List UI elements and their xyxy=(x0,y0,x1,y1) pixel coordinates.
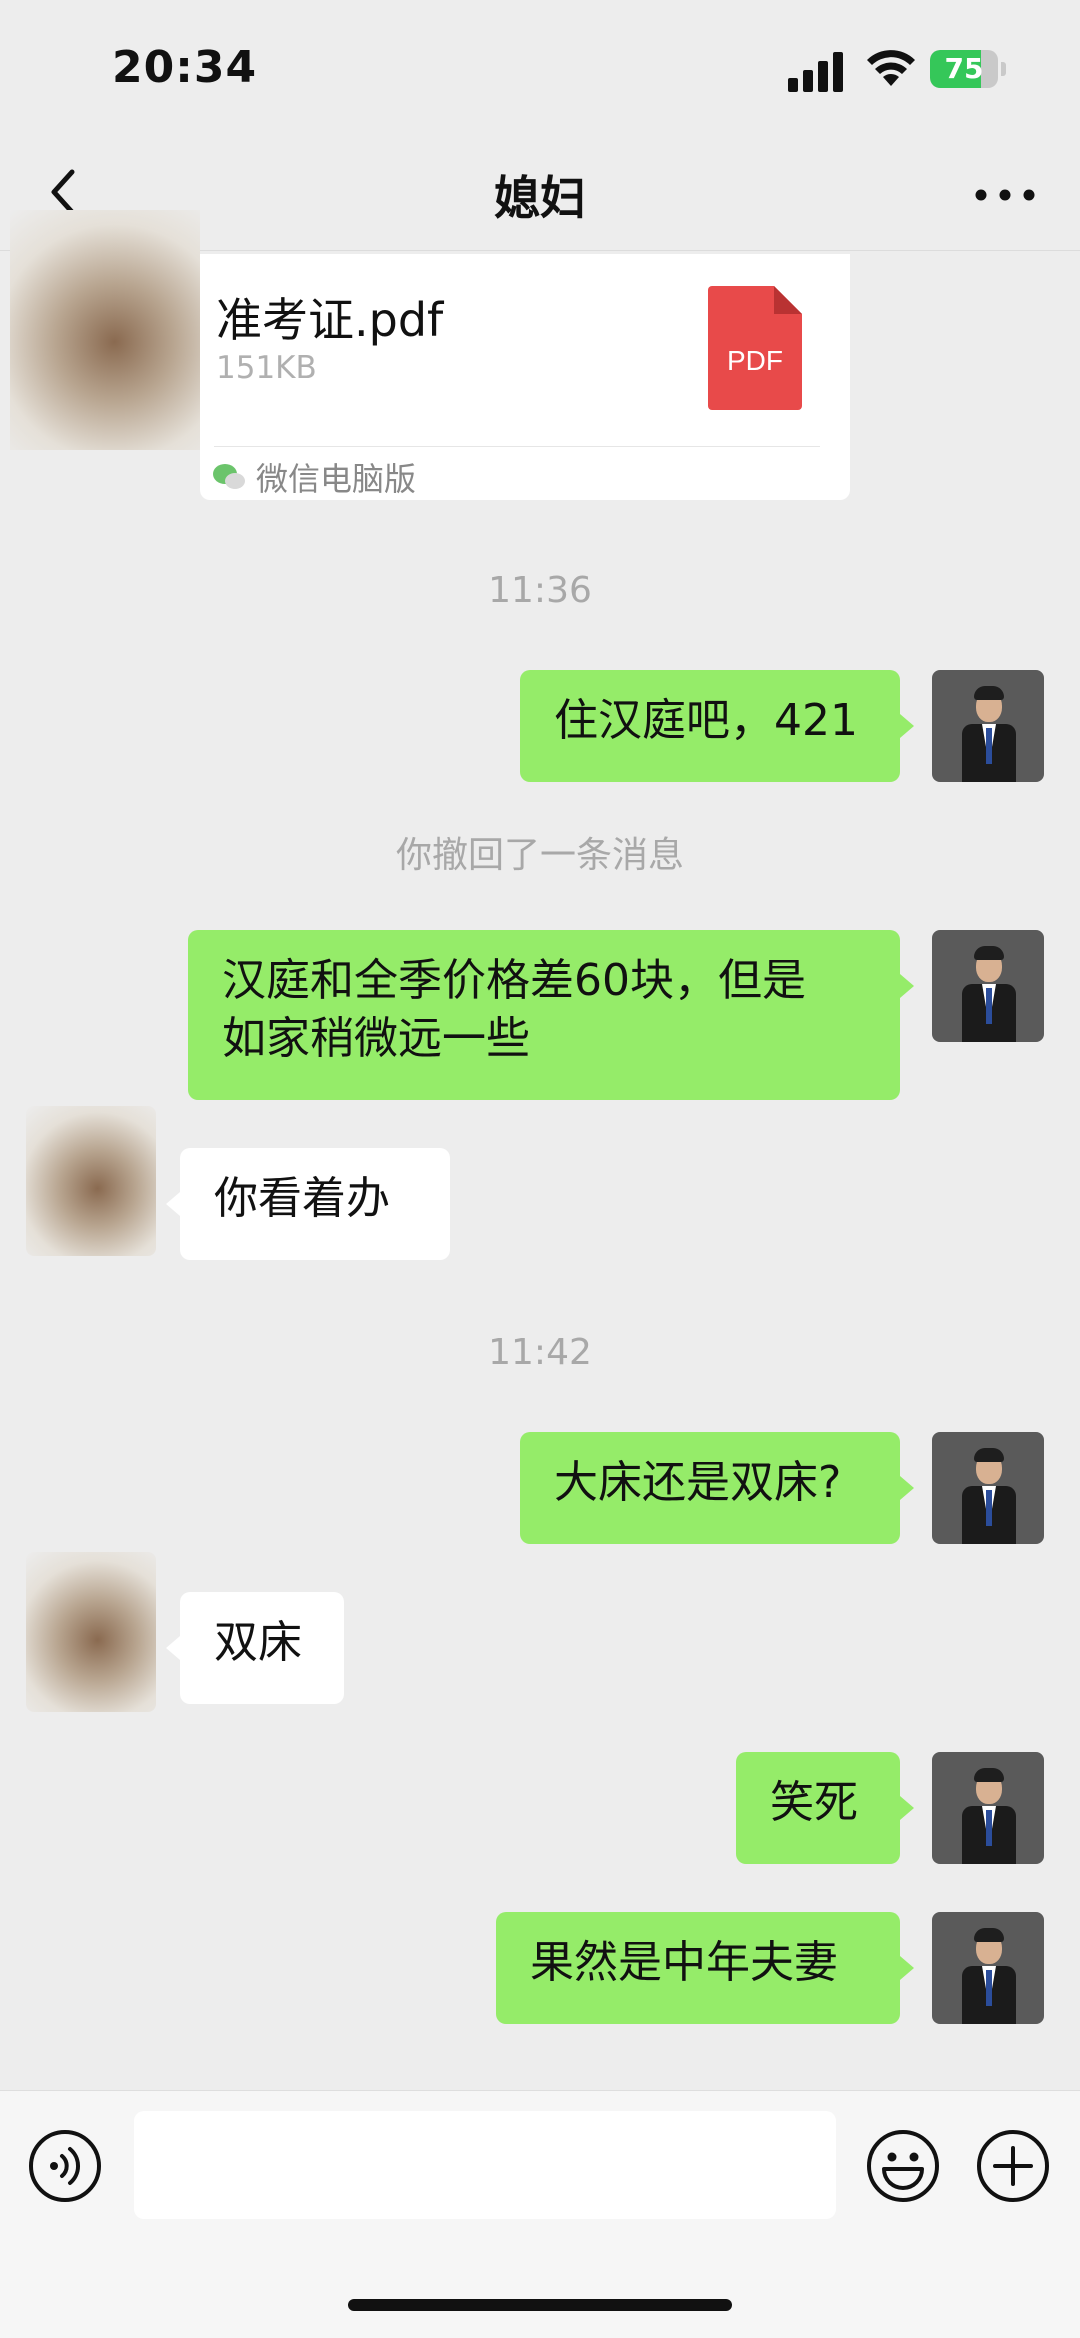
svg-text:PDF: PDF xyxy=(727,345,783,376)
status-bar: 20:34 75 xyxy=(0,0,1080,140)
my-message[interactable]: 汉庭和全季价格差60块，但是 如家稍微远一些 xyxy=(188,930,900,1100)
signal-icon xyxy=(788,52,843,92)
home-indicator[interactable] xyxy=(348,2299,732,2311)
message-text: 大床还是双床? xyxy=(554,1457,842,1508)
file-size: 151KB xyxy=(216,350,317,386)
wifi-icon xyxy=(867,50,915,86)
my-avatar[interactable] xyxy=(932,670,1044,782)
wechat-icon xyxy=(213,464,245,489)
message-text: 你看着办 xyxy=(214,1173,390,1224)
their-message[interactable]: 双床 xyxy=(180,1592,344,1704)
my-avatar[interactable] xyxy=(932,1752,1044,1864)
battery-icon: 75 xyxy=(930,50,1010,90)
my-message[interactable]: 住汉庭吧，421 xyxy=(520,670,900,782)
contact-avatar[interactable] xyxy=(10,210,200,450)
my-message[interactable]: 果然是中年夫妻 xyxy=(496,1912,900,2024)
message-text-line: 如家稍微远一些 xyxy=(222,1013,530,1064)
file-message[interactable]: 准考证.pdf 151KB PDF 微信电脑版 xyxy=(200,254,850,500)
message-text: 住汉庭吧，421 xyxy=(554,695,858,746)
file-source: 微信电脑版 xyxy=(256,460,417,498)
pdf-file-icon: PDF xyxy=(708,286,802,410)
timestamp: 11:42 xyxy=(488,1332,592,1373)
file-name: 准考证.pdf xyxy=(216,293,444,347)
contact-avatar[interactable] xyxy=(26,1106,156,1256)
message-input[interactable] xyxy=(134,2111,836,2219)
message-text-line: 汉庭和全季价格差60块，但是 xyxy=(222,955,806,1006)
message-text: 双床 xyxy=(214,1617,302,1668)
my-message[interactable]: 笑死 xyxy=(736,1752,900,1864)
their-message[interactable]: 你看着办 xyxy=(180,1148,450,1260)
message-text: 果然是中年夫妻 xyxy=(530,1937,838,1988)
file-divider xyxy=(214,446,820,447)
plus-icon[interactable] xyxy=(976,2129,1050,2203)
timestamp: 11:36 xyxy=(488,570,592,611)
more-dots-icon[interactable] xyxy=(970,170,1040,220)
message-text: 笑死 xyxy=(770,1777,858,1828)
status-time: 20:34 xyxy=(112,42,258,93)
emoji-icon[interactable] xyxy=(866,2129,940,2203)
voice-icon[interactable] xyxy=(28,2129,102,2203)
recalled-notice: 你撤回了一条消息 xyxy=(395,835,684,876)
battery-percent: 75 xyxy=(944,52,984,85)
my-avatar[interactable] xyxy=(932,1432,1044,1544)
contact-avatar[interactable] xyxy=(26,1552,156,1712)
my-avatar[interactable] xyxy=(932,930,1044,1042)
my-avatar[interactable] xyxy=(932,1912,1044,2024)
my-message[interactable]: 大床还是双床? xyxy=(520,1432,900,1544)
input-bar xyxy=(0,2090,1080,2338)
